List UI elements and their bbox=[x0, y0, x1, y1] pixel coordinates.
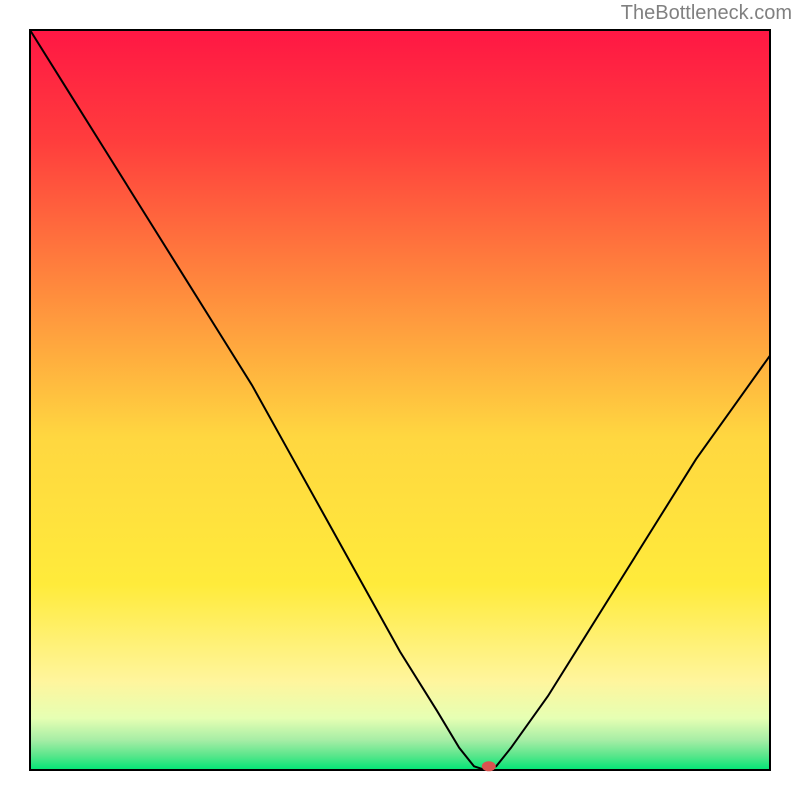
bottleneck-chart: TheBottleneck.com bbox=[0, 0, 800, 800]
watermark-text: TheBottleneck.com bbox=[621, 2, 792, 25]
plot-background bbox=[30, 30, 770, 770]
optimal-point-marker bbox=[482, 761, 496, 771]
chart-svg bbox=[0, 0, 800, 800]
